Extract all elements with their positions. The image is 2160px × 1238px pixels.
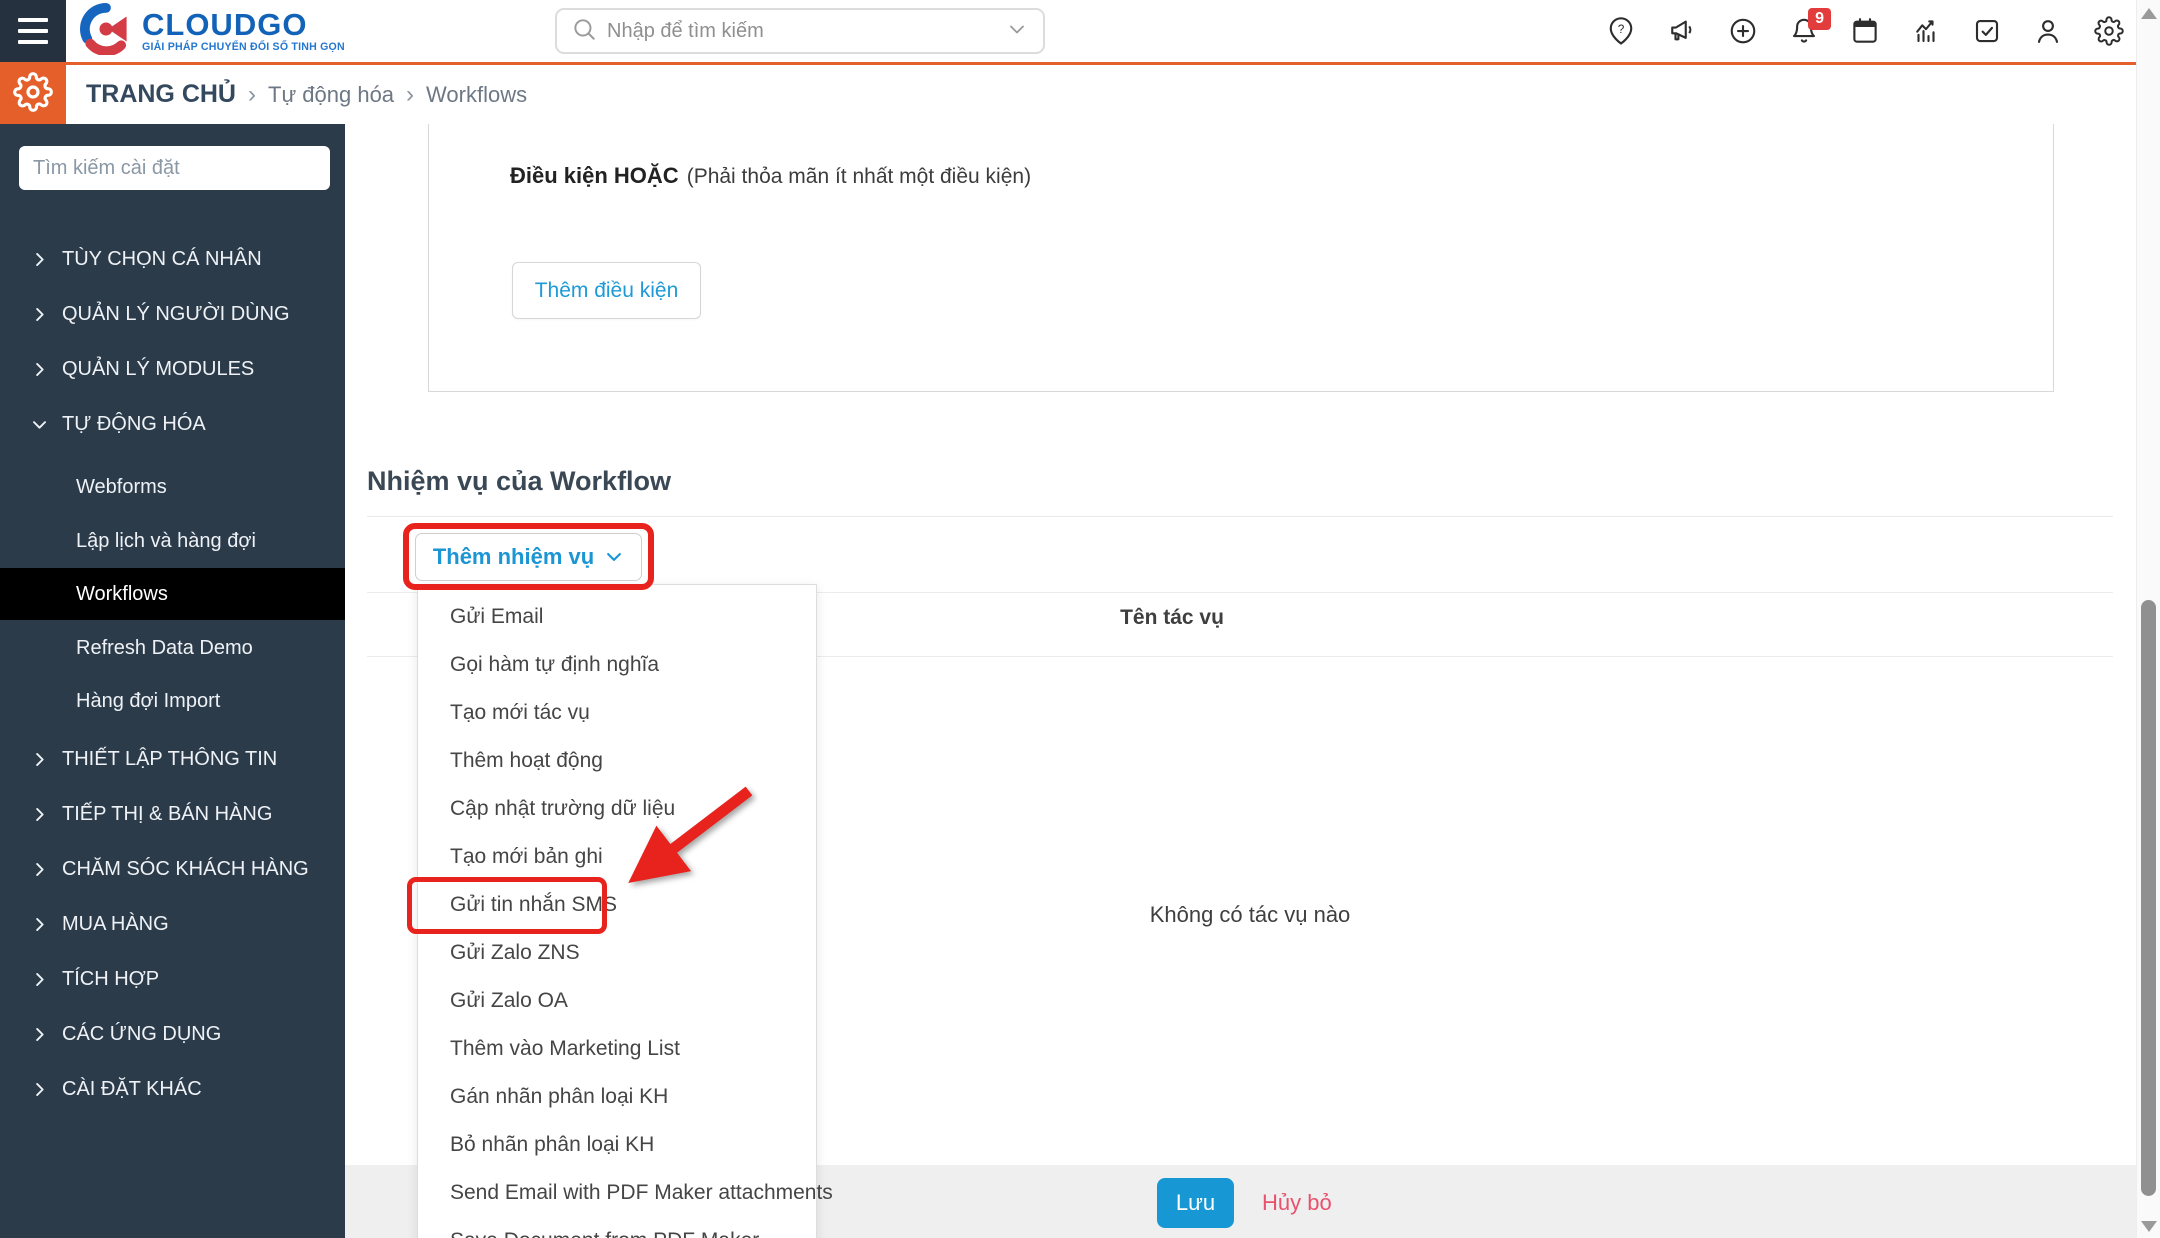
sidebar-item-workflows-active[interactable]: Workflows [0, 568, 345, 620]
svg-text:?: ? [1618, 22, 1625, 36]
tasks-checkbox-icon[interactable] [1972, 16, 2002, 46]
chevron-right-icon [30, 1025, 49, 1044]
notifications-bell-icon[interactable]: 9 [1789, 16, 1819, 46]
settings-module-tile [0, 65, 66, 124]
condition-title: Điều kiện HOẶC [510, 163, 679, 188]
topbar-icon-nav: ? 9 [1606, 0, 2124, 62]
tasks-heading: Nhiệm vụ của Workflow [367, 466, 671, 497]
menu-item-update-field[interactable]: Cập nhật trường dữ liệu [418, 785, 816, 833]
menu-toggle-button[interactable] [0, 0, 66, 62]
sidebar-section-user-management[interactable]: QUẢN LÝ NGƯỜI DÙNG [0, 299, 345, 329]
breadcrumb-bar: TRANG CHỦ › Tự động hóa › Workflows [0, 65, 2136, 124]
menu-item-remove-label[interactable]: Bỏ nhãn phân loại KH [418, 1121, 816, 1169]
analytics-chart-icon[interactable] [1911, 16, 1941, 46]
global-search[interactable] [555, 8, 1045, 54]
breadcrumb-separator: › [406, 81, 414, 109]
vertical-scrollbar[interactable] [2136, 0, 2160, 1238]
chevron-right-icon [30, 750, 49, 769]
sidebar-section-customer-care[interactable]: CHĂM SÓC KHÁCH HÀNG [0, 854, 345, 884]
condition-hint: (Phải thỏa mãn ít nhất một điều kiện) [687, 165, 1031, 188]
sidebar-section-personal-options[interactable]: TÙY CHỌN CÁ NHÂN [0, 244, 345, 274]
sidebar-item-webforms[interactable]: Webforms [0, 472, 345, 502]
chevron-right-icon [30, 250, 49, 269]
add-task-button[interactable]: Thêm nhiệm vụ [415, 533, 642, 581]
scrollbar-thumb[interactable] [2141, 600, 2156, 1196]
chevron-right-icon [30, 860, 49, 879]
user-profile-icon[interactable] [2033, 16, 2063, 46]
cancel-button[interactable]: Hủy bỏ [1262, 1178, 1332, 1228]
cloudgo-logo[interactable]: CLOUDGO GIẢI PHÁP CHUYỂN ĐỔI SỐ TINH GỌN [80, 5, 345, 57]
sidebar-search-input[interactable] [19, 146, 330, 190]
condition-title-line: Điều kiện HOẶC (Phải thỏa mãn ít nhất một… [510, 163, 1031, 189]
menu-item-add-marketing-list[interactable]: Thêm vào Marketing List [418, 1025, 816, 1073]
sidebar-item-import-queue[interactable]: Hàng đợi Import [0, 686, 345, 716]
menu-item-custom-function[interactable]: Gọi hàm tự định nghĩa [418, 641, 816, 689]
chevron-down-icon [30, 415, 49, 434]
save-button[interactable]: Lưu [1157, 1178, 1234, 1228]
chevron-right-icon [30, 1080, 49, 1099]
menu-item-send-email[interactable]: Gửi Email [418, 593, 816, 641]
global-search-input[interactable] [607, 20, 995, 43]
add-condition-button[interactable]: Thêm điều kiện [512, 262, 701, 319]
menu-item-send-zalo-zns[interactable]: Gửi Zalo ZNS [418, 929, 816, 977]
notification-badge: 9 [1808, 8, 1831, 30]
add-record-icon[interactable] [1728, 16, 1758, 46]
calendar-icon[interactable] [1850, 16, 1880, 46]
scrollbar-down-arrow[interactable] [2141, 1221, 2157, 1232]
sidebar-item-refresh-data-demo[interactable]: Refresh Data Demo [0, 633, 345, 663]
chevron-right-icon [30, 360, 49, 379]
chevron-down-icon [604, 547, 624, 567]
menu-item-send-email-pdf-maker[interactable]: Send Email with PDF Maker attachments [418, 1169, 816, 1217]
menu-item-create-record[interactable]: Tạo mới bản ghi [418, 833, 816, 881]
settings-sidebar: TÙY CHỌN CÁ NHÂN QUẢN LÝ NGƯỜI DÙNG QUẢN… [0, 124, 345, 1238]
accent-divider [0, 62, 2136, 65]
menu-item-send-sms[interactable]: Gửi tin nhắn SMS [418, 881, 816, 929]
logo-tagline: GIẢI PHÁP CHUYỂN ĐỔI SỐ TINH GỌN [142, 41, 345, 53]
sidebar-section-apps[interactable]: CÁC ỨNG DỤNG [0, 1019, 345, 1049]
chevron-right-icon [30, 305, 49, 324]
menu-item-assign-label[interactable]: Gán nhãn phân loại KH [418, 1073, 816, 1121]
scrollbar-up-arrow[interactable] [2141, 8, 2157, 19]
megaphone-icon[interactable] [1667, 16, 1697, 46]
sidebar-item-scheduler[interactable]: Lập lịch và hàng đợi [0, 526, 345, 556]
breadcrumb-separator: › [248, 81, 256, 109]
breadcrumb: TRANG CHỦ › Tự động hóa › Workflows [86, 65, 527, 124]
top-bar: CLOUDGO GIẢI PHÁP CHUYỂN ĐỔI SỐ TINH GỌN… [0, 0, 2160, 62]
add-task-dropdown-menu: Gửi Email Gọi hàm tự định nghĩa Tạo mới … [417, 584, 817, 1238]
menu-item-send-zalo-oa[interactable]: Gửi Zalo OA [418, 977, 816, 1025]
chevron-right-icon [30, 805, 49, 824]
chevron-right-icon [30, 915, 49, 934]
sidebar-section-marketing-sales[interactable]: TIẾP THỊ & BÁN HÀNG [0, 799, 345, 829]
cloudgo-logo-icon [80, 3, 132, 60]
logo-title: CLOUDGO [142, 9, 345, 41]
sidebar-section-purchasing[interactable]: MUA HÀNG [0, 909, 345, 939]
chevron-down-icon[interactable] [1005, 17, 1029, 46]
sidebar-section-modules-management[interactable]: QUẢN LÝ MODULES [0, 354, 345, 384]
chevron-right-icon [30, 970, 49, 989]
section-divider [367, 516, 2113, 517]
sidebar-section-integrations[interactable]: TÍCH HỢP [0, 964, 345, 994]
sidebar-section-info-setup[interactable]: THIẾT LẬP THÔNG TIN [0, 744, 345, 774]
sidebar-section-other-settings[interactable]: CÀI ĐẶT KHÁC [0, 1074, 345, 1104]
breadcrumb-home[interactable]: TRANG CHỦ [86, 80, 236, 109]
menu-item-add-activity[interactable]: Thêm hoạt động [418, 737, 816, 785]
breadcrumb-automation[interactable]: Tự động hóa [268, 82, 394, 108]
menu-item-create-task[interactable]: Tạo mới tác vụ [418, 689, 816, 737]
menu-item-save-document-pdf-maker[interactable]: Save Document from PDF Maker [418, 1217, 816, 1238]
search-icon [571, 16, 597, 47]
location-help-icon[interactable]: ? [1606, 16, 1636, 46]
breadcrumb-workflows[interactable]: Workflows [426, 82, 527, 108]
settings-gear-icon[interactable] [2094, 16, 2124, 46]
sidebar-section-automation[interactable]: TỰ ĐỘNG HÓA [0, 409, 345, 439]
gear-icon [13, 72, 53, 117]
